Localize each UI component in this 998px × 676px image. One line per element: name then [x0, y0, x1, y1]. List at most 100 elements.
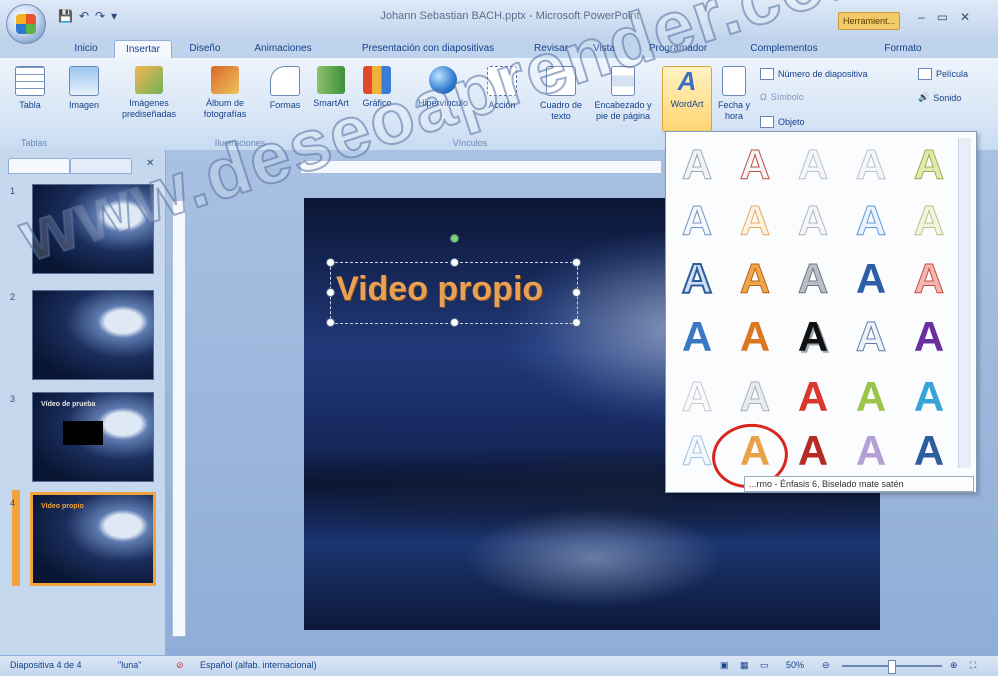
clipart-button[interactable]: Imágenes prediseñadas: [112, 66, 186, 120]
wordart-style[interactable]: A: [902, 196, 956, 246]
resize-handle[interactable]: [450, 258, 459, 267]
customize-qat-icon[interactable]: ▾: [111, 9, 117, 23]
fecha-button[interactable]: Fecha y hora: [714, 66, 754, 122]
tab-presentacion[interactable]: Presentación con diapositivas: [338, 40, 518, 58]
imagen-button[interactable]: Imagen: [62, 66, 106, 111]
wordart-style[interactable]: A: [728, 140, 782, 190]
zoom-level[interactable]: 50%: [786, 660, 804, 670]
tab-insertar[interactable]: Insertar: [114, 40, 172, 59]
slideshow-icon[interactable]: ▭: [760, 660, 769, 671]
wordart-style[interactable]: A: [844, 196, 898, 246]
wordart-style[interactable]: A: [844, 140, 898, 190]
wordart-style[interactable]: A: [902, 140, 956, 190]
slide-thumbnail-1[interactable]: [32, 184, 154, 274]
zoom-slider-thumb[interactable]: [888, 660, 896, 674]
slide-thumbnail-4[interactable]: Vídeo propio: [30, 492, 156, 586]
wordart-style[interactable]: A: [786, 140, 840, 190]
close-button[interactable]: ✕: [960, 10, 970, 24]
redo-icon[interactable]: ↷: [95, 9, 105, 23]
wordart-style[interactable]: A: [786, 312, 840, 362]
wordart-style[interactable]: A: [902, 372, 956, 422]
wordart-style[interactable]: A: [786, 196, 840, 246]
wordart-style[interactable]: A: [670, 254, 724, 304]
resize-handle[interactable]: [326, 288, 335, 297]
tab-diseno[interactable]: Diseño: [180, 40, 230, 58]
maximize-button[interactable]: ▭: [937, 10, 948, 24]
slide-sorter-icon[interactable]: ▦: [740, 660, 749, 671]
spellcheck-icon[interactable]: ⊘: [176, 660, 184, 671]
numero-diapositiva-button[interactable]: Número de diapositiva: [760, 68, 868, 80]
sonido-button[interactable]: 🔊 Sonido: [918, 92, 961, 103]
wordart-style[interactable]: A: [844, 254, 898, 304]
tab-formato[interactable]: Formato: [870, 40, 936, 58]
normal-view-icon[interactable]: ▣: [720, 660, 729, 671]
wordart-style[interactable]: A: [844, 312, 898, 362]
slide-title[interactable]: Video propio: [336, 270, 543, 309]
tab-programador[interactable]: Programador: [636, 40, 720, 58]
tab-animaciones[interactable]: Animaciones: [240, 40, 326, 58]
wordart-style[interactable]: A: [844, 426, 898, 476]
resize-handle[interactable]: [326, 258, 335, 267]
wordart-button[interactable]: A WordArt: [662, 66, 712, 132]
wordart-style[interactable]: A: [786, 254, 840, 304]
resize-handle[interactable]: [572, 258, 581, 267]
close-pane-icon[interactable]: ✕: [146, 158, 154, 169]
office-button[interactable]: [6, 4, 46, 44]
album-label: Álbum de fotografías: [203, 98, 247, 119]
slide-thumbnail-2[interactable]: [32, 290, 154, 380]
gallery-scrollbar[interactable]: [958, 138, 971, 468]
zoom-out-icon[interactable]: ⊖: [822, 660, 830, 671]
wordart-style[interactable]: A: [670, 312, 724, 362]
wordart-label: WordArt: [670, 99, 704, 109]
album-button[interactable]: Álbum de fotografías: [190, 66, 260, 120]
minimize-button[interactable]: –: [918, 10, 925, 24]
resize-handle[interactable]: [572, 288, 581, 297]
objeto-button[interactable]: Objeto: [760, 116, 805, 128]
wordart-style[interactable]: A: [728, 372, 782, 422]
undo-icon[interactable]: ↶: [79, 9, 89, 23]
tab-slides[interactable]: [8, 158, 70, 174]
video-placeholder: [63, 421, 103, 445]
group-ilustraciones-label: Ilustraciones: [214, 138, 266, 148]
wordart-style[interactable]: A: [786, 426, 840, 476]
pelicula-button[interactable]: Película: [918, 68, 968, 80]
wordart-style[interactable]: A: [728, 312, 782, 362]
language-indicator[interactable]: Español (alfab. internacional): [200, 660, 317, 670]
accion-label: Acción: [488, 100, 516, 110]
smartart-label: SmartArt: [313, 98, 349, 108]
resize-handle[interactable]: [450, 318, 459, 327]
wordart-style[interactable]: A: [902, 312, 956, 362]
tabla-button[interactable]: Tabla: [10, 66, 50, 111]
wordart-style[interactable]: A: [670, 196, 724, 246]
window-controls: – ▭ ✕: [918, 10, 970, 24]
rotation-handle[interactable]: [450, 234, 459, 243]
wordart-style[interactable]: A: [728, 196, 782, 246]
resize-handle[interactable]: [572, 318, 581, 327]
grafico-label: Gráfico: [362, 98, 392, 108]
save-icon[interactable]: 💾: [58, 9, 73, 23]
simbolo-button[interactable]: Ω Símbolo: [760, 92, 804, 102]
tab-complementos[interactable]: Complementos: [732, 40, 836, 58]
resize-handle[interactable]: [326, 318, 335, 327]
tab-vista[interactable]: Vista: [584, 40, 624, 58]
wordart-style[interactable]: A: [902, 254, 956, 304]
zoom-in-icon[interactable]: ⊕: [950, 660, 958, 671]
tab-outline[interactable]: [70, 158, 132, 174]
slide-thumbnail-3[interactable]: Vídeo de prueba: [32, 392, 154, 482]
grafico-button[interactable]: Gráfico: [356, 66, 398, 109]
formas-button[interactable]: Formas: [264, 66, 306, 111]
wordart-style[interactable]: A: [902, 426, 956, 476]
wordart-style[interactable]: A: [670, 372, 724, 422]
wordart-style[interactable]: A: [786, 372, 840, 422]
fit-to-window-icon[interactable]: ⛶: [970, 660, 976, 671]
encabezado-button[interactable]: Encabezado y pie de página: [588, 66, 658, 122]
cuadro-texto-button[interactable]: Cuadro de texto: [536, 66, 586, 122]
tab-inicio[interactable]: Inicio: [64, 40, 108, 58]
hipervinculo-button[interactable]: Hipervínculo: [410, 66, 476, 109]
accion-button[interactable]: Acción: [482, 66, 522, 111]
tab-revisar[interactable]: Revisar: [526, 40, 576, 58]
smartart-button[interactable]: SmartArt: [308, 66, 354, 109]
wordart-style[interactable]: A: [728, 254, 782, 304]
wordart-style[interactable]: A: [844, 372, 898, 422]
wordart-style[interactable]: A: [670, 140, 724, 190]
